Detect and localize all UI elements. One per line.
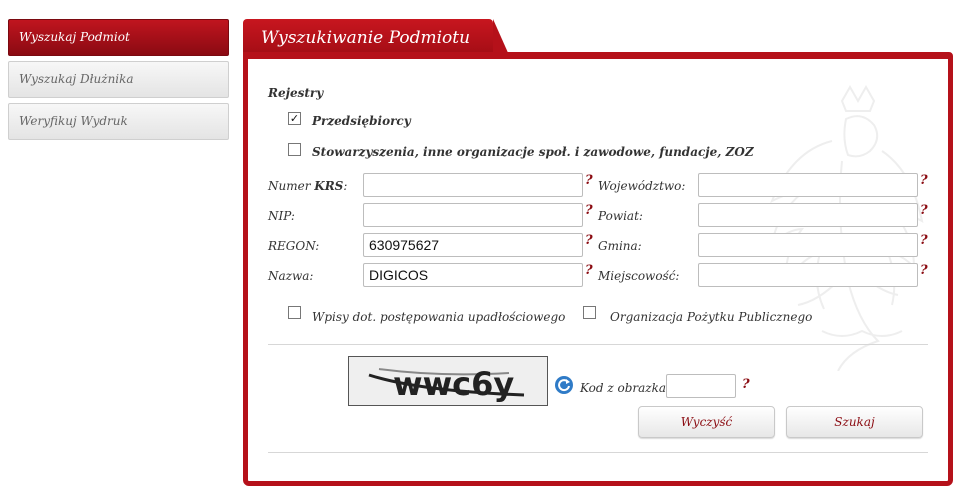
captcha-image: wwc6y <box>348 356 548 406</box>
search-button[interactable]: Szukaj <box>786 406 923 438</box>
help-nazwa-icon[interactable]: ? <box>585 263 593 278</box>
sidebar-item-weryfikuj-wydruk[interactable]: Weryfikuj Wydruk <box>8 103 229 140</box>
label-stowarzyszenia: Stowarzyszenia, inne organizacje społ. i… <box>312 145 754 159</box>
label-nip: NIP: <box>268 209 295 223</box>
captcha-code-input[interactable] <box>666 374 736 398</box>
nazwa-input[interactable]: DIGICOS <box>363 263 583 287</box>
refresh-captcha-icon[interactable] <box>554 375 574 395</box>
help-nip-icon[interactable]: ? <box>585 203 593 218</box>
miejscowosc-input[interactable] <box>698 263 918 287</box>
divider-bottom <box>268 452 928 453</box>
label-wojewodztwo: Województwo: <box>598 179 686 193</box>
label-regon: REGON: <box>268 239 320 253</box>
panel-title-tab: Wyszukiwanie Podmiotu <box>243 19 509 55</box>
help-captcha-icon[interactable]: ? <box>742 377 750 392</box>
help-gmina-icon[interactable]: ? <box>920 233 928 248</box>
search-panel: Rejestry ✓ Przedsiębiorcy Stowarzyszenia… <box>243 52 953 486</box>
wojewodztwo-input[interactable] <box>698 173 918 197</box>
krs-input[interactable] <box>363 173 583 197</box>
label-gmina: Gmina: <box>598 239 642 253</box>
panel-title: Wyszukiwanie Podmiotu <box>261 28 471 48</box>
label-powiat: Powiat: <box>598 209 643 223</box>
captcha-text: wwc6y <box>393 365 514 403</box>
help-wojewodztwo-icon[interactable]: ? <box>920 173 928 188</box>
sidebar-item-wyszukaj-podmiot[interactable]: Wyszukaj Podmiot <box>8 19 229 56</box>
label-captcha-code: Kod z obrazka: <box>580 381 671 395</box>
clear-button[interactable]: Wyczyść <box>638 406 775 438</box>
checkbox-upadlosc[interactable] <box>288 306 301 319</box>
help-powiat-icon[interactable]: ? <box>920 203 928 218</box>
label-miejscowosc: Miejscowość: <box>598 269 680 283</box>
label-opp: Organizacja Pożytku Publicznego <box>610 310 813 324</box>
regon-input[interactable]: 630975627 <box>363 233 583 257</box>
nip-input[interactable] <box>363 203 583 227</box>
checkbox-przedsiebiorcy[interactable]: ✓ <box>288 112 301 125</box>
label-upadlosc: Wpisy dot. postępowania upadłościowego <box>312 310 566 324</box>
label-przedsiebiorcy: Przedsiębiorcy <box>312 114 411 128</box>
divider <box>268 344 928 345</box>
checkbox-stowarzyszenia[interactable] <box>288 143 301 156</box>
label-nazwa: Nazwa: <box>268 269 314 283</box>
sidebar-item-wyszukaj-dluznika[interactable]: Wyszukaj Dłużnika <box>8 61 229 98</box>
help-miejscowosc-icon[interactable]: ? <box>920 263 928 278</box>
captcha-graphic: wwc6y <box>368 365 525 403</box>
sidebar: Wyszukaj Podmiot Wyszukaj Dłużnika Weryf… <box>8 19 229 145</box>
powiat-input[interactable] <box>698 203 918 227</box>
checkbox-opp[interactable] <box>583 306 596 319</box>
help-regon-icon[interactable]: ? <box>585 233 593 248</box>
registers-heading: Rejestry <box>268 86 324 100</box>
label-krs: Numer KRS: <box>268 179 348 193</box>
help-krs-icon[interactable]: ? <box>585 173 593 188</box>
gmina-input[interactable] <box>698 233 918 257</box>
